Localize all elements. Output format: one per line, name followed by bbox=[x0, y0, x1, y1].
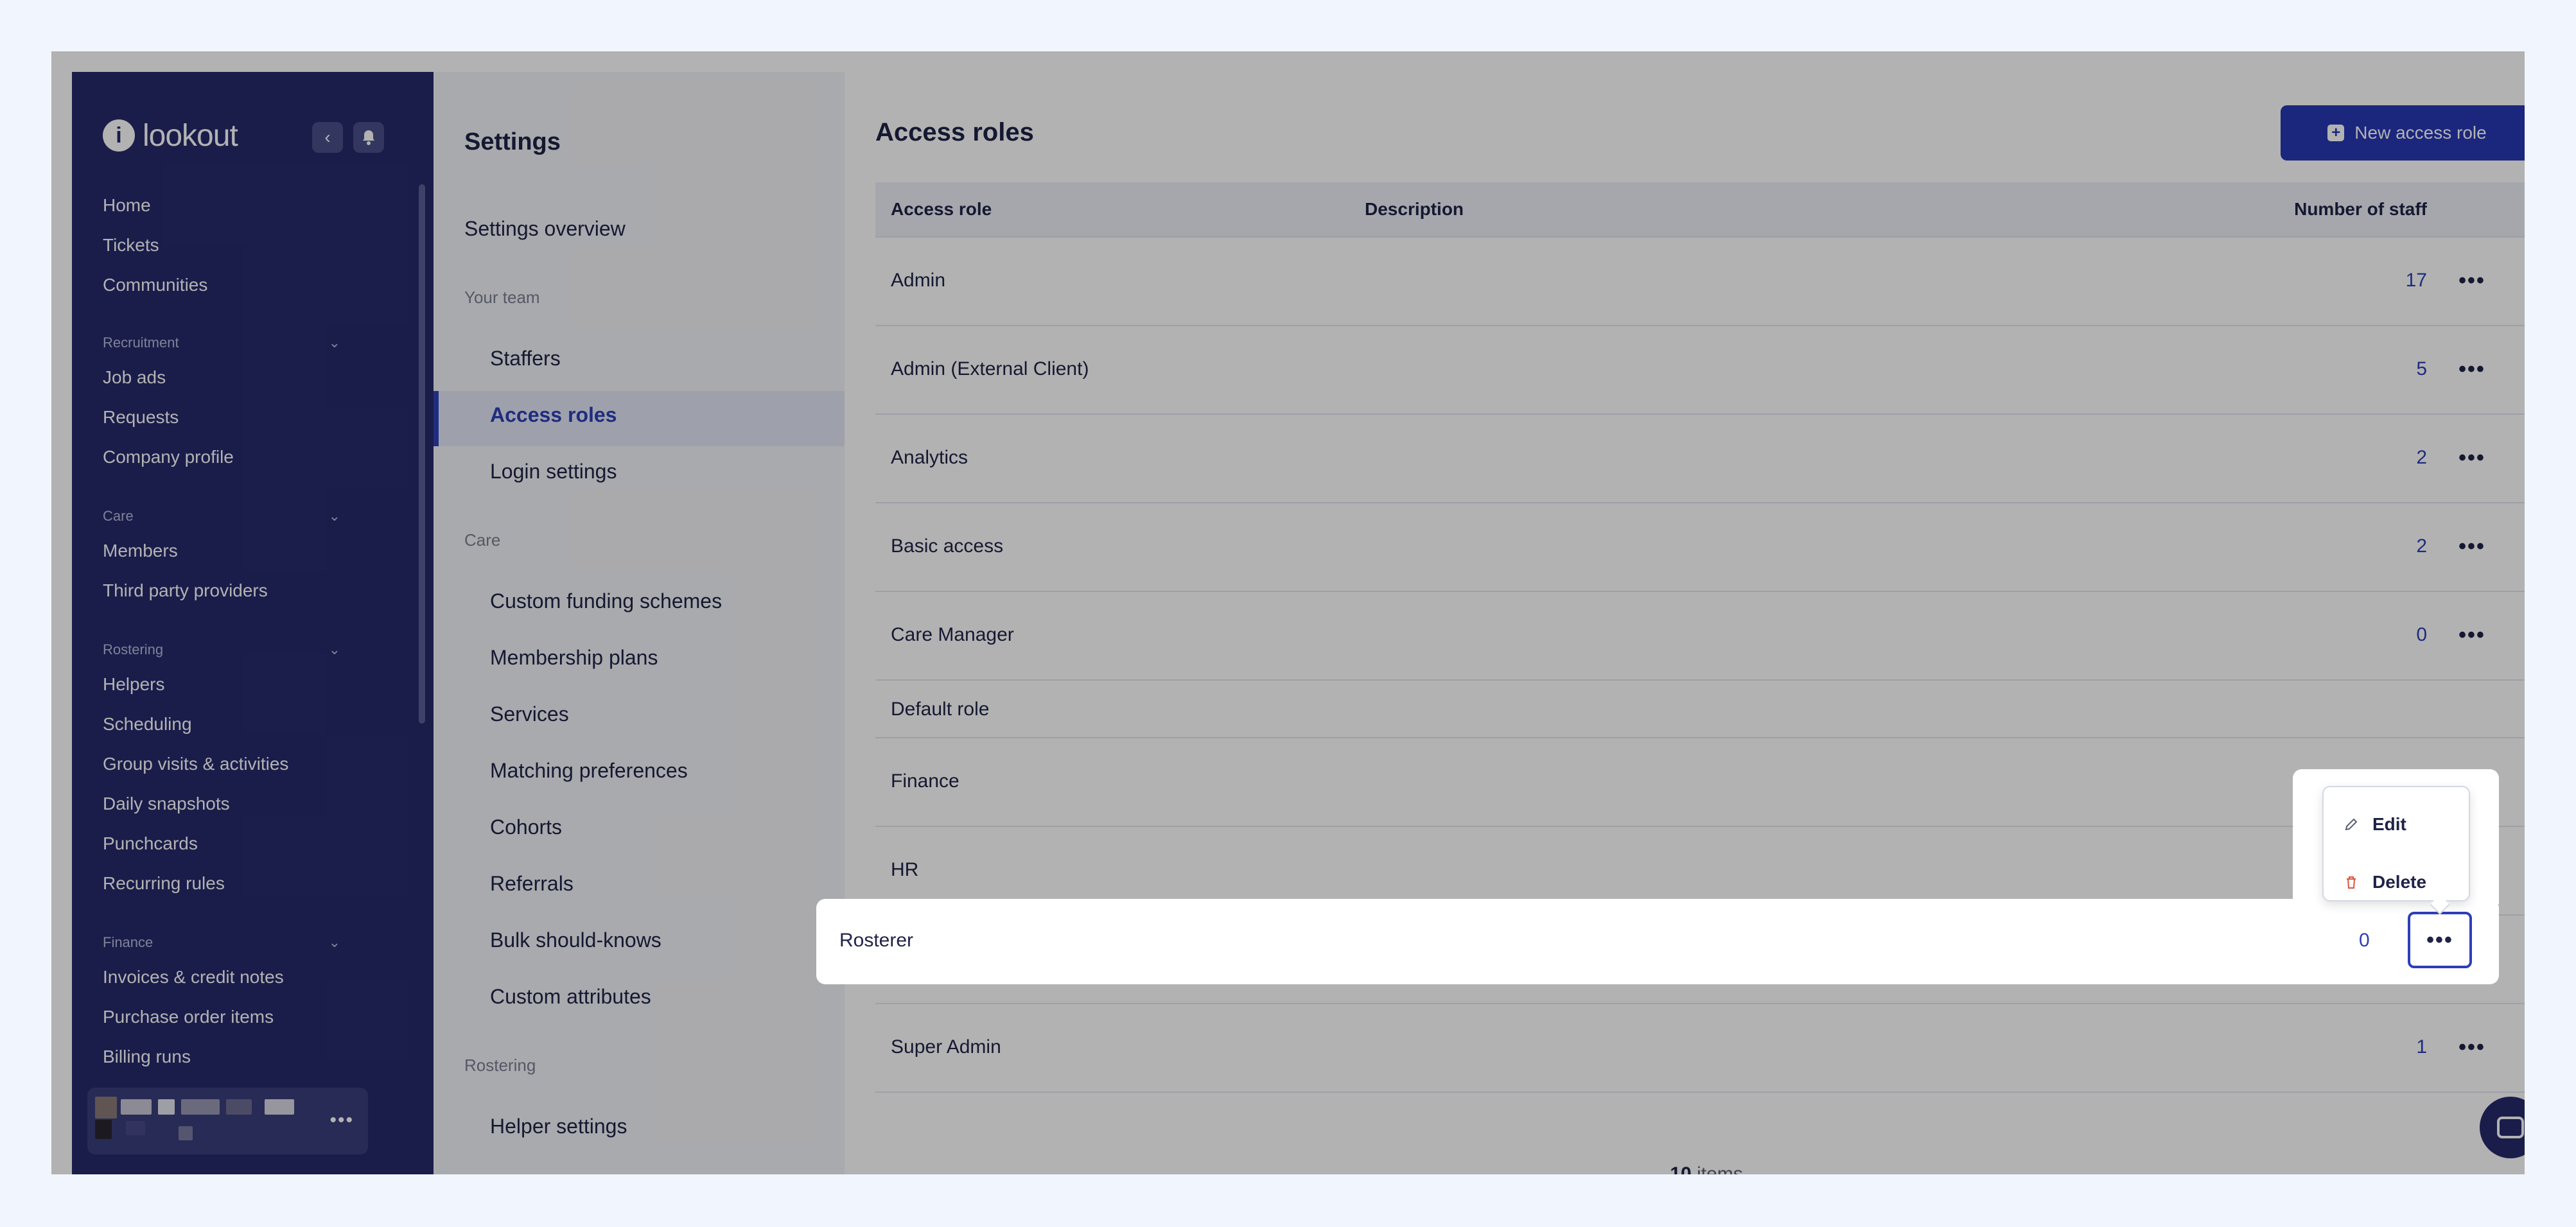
menu-item-edit-label: Edit bbox=[2372, 814, 2406, 834]
trash-icon bbox=[2343, 874, 2360, 891]
role-name: Rosterer bbox=[839, 930, 914, 951]
row-context-menu: Edit Delete bbox=[2322, 786, 2470, 901]
menu-item-delete-label: Delete bbox=[2372, 872, 2427, 892]
highlighted-row-rosterer[interactable]: Rosterer 0 ••• bbox=[816, 899, 2499, 984]
row-menu-button-active[interactable]: ••• bbox=[2408, 912, 2472, 968]
modal-dim-overlay bbox=[51, 51, 2525, 1174]
pencil-icon bbox=[2343, 816, 2360, 833]
menu-item-delete[interactable]: Delete bbox=[2343, 863, 2471, 901]
staff-count[interactable]: 0 bbox=[2359, 930, 2370, 952]
menu-item-edit[interactable]: Edit bbox=[2343, 805, 2471, 844]
